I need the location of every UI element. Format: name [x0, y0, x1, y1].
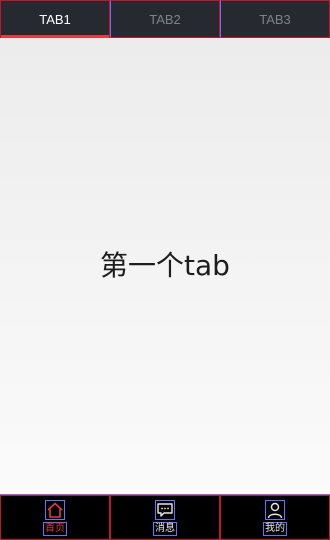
tab-1-label: TAB1	[39, 11, 71, 27]
message-icon	[155, 500, 175, 520]
home-icon	[45, 500, 65, 520]
tab-content: 第一个tab	[0, 38, 330, 494]
tab-3[interactable]: TAB3	[220, 0, 330, 38]
nav-item-messages[interactable]: 消息	[110, 495, 220, 540]
tab-2-label: TAB2	[149, 11, 181, 27]
tab-3-label: TAB3	[259, 11, 291, 27]
bottom-navigation: 首页 消息 我的	[0, 494, 330, 540]
tab-1[interactable]: TAB1	[0, 0, 110, 38]
nav-item-home[interactable]: 首页	[0, 495, 110, 540]
profile-icon	[265, 500, 285, 520]
tab-2[interactable]: TAB2	[110, 0, 220, 38]
nav-label-home: 首页	[43, 522, 67, 536]
content-title: 第一个tab	[100, 249, 230, 282]
nav-label-messages: 消息	[153, 522, 177, 536]
nav-label-profile: 我的	[263, 522, 287, 536]
top-tab-bar: TAB1 TAB2 TAB3	[0, 0, 330, 38]
nav-item-profile[interactable]: 我的	[220, 495, 330, 540]
